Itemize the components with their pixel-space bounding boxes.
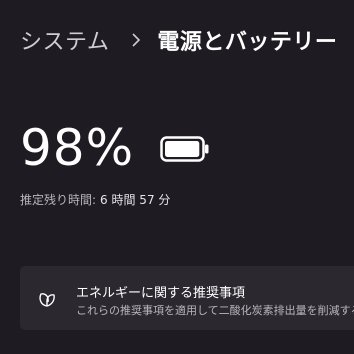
energy-recommendations-card[interactable]: エネルギーに関する推奨事項 これらの推奨事項を適用して二酸化炭素排出量を削減する [20,266,354,330]
page-title: 電源とバッテリー [157,30,338,55]
energy-recommendations-title: エネルギーに関する推奨事項 [76,286,246,301]
remaining-time: 推定残り時間: 6 時間 57 分 [20,191,170,208]
remaining-time-value: 6 時間 57 分 [100,193,171,207]
energy-recommendations-description: これらの推奨事項を適用して二酸化炭素排出量を削減する [76,304,354,317]
breadcrumb: システム 電源とバッテリー [20,22,337,58]
remaining-time-label: 推定残り時間: [20,193,97,207]
battery-percentage: 98% [20,119,135,177]
leaf-icon [39,293,55,307]
battery-status: 98% [20,118,210,178]
battery-level-fill [165,141,200,157]
breadcrumb-system-link[interactable]: システム [20,24,109,56]
chevron-right-icon [129,33,143,47]
battery-full-icon [160,136,209,162]
